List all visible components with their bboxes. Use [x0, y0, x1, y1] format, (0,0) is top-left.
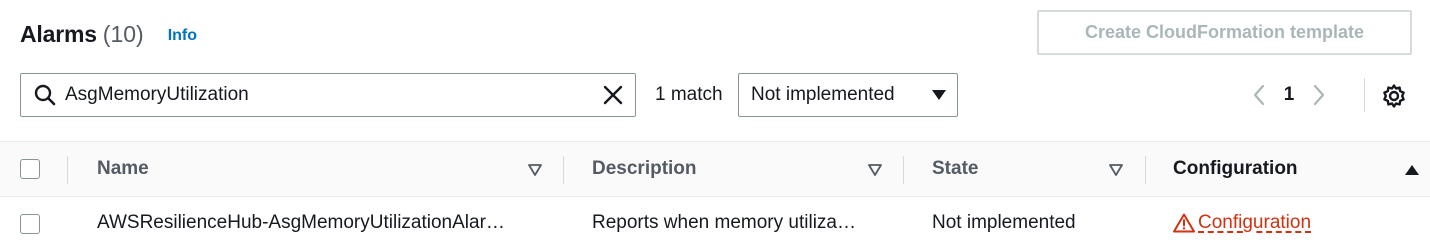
configuration-label: Configuration — [1198, 211, 1312, 233]
column-separator — [563, 156, 564, 184]
select-all-checkbox[interactable] — [20, 159, 40, 179]
column-separator — [903, 156, 904, 184]
divider — [1364, 78, 1365, 112]
row-checkbox[interactable] — [20, 214, 40, 234]
alarm-state: Not implemented — [932, 211, 1076, 233]
create-cloudformation-template-button[interactable]: Create CloudFormation template — [1037, 10, 1412, 55]
page-title: Alarms — [20, 20, 97, 47]
pagination: 1 — [1244, 73, 1334, 117]
column-header-description[interactable]: Description — [592, 142, 697, 196]
column-separator — [1145, 156, 1146, 184]
state-filter-value: Not implemented — [751, 84, 895, 105]
table-header: Name Description State Configuration — [0, 141, 1430, 197]
search-value: AsgMemoryUtilization — [65, 84, 249, 105]
alarm-name: AWSResilienceHub-AsgMemoryUtilizationAla… — [97, 211, 505, 233]
search-icon — [25, 74, 65, 116]
column-header-configuration[interactable]: Configuration — [1173, 142, 1298, 196]
configuration-link[interactable]: Configuration — [1173, 212, 1311, 234]
sort-icon[interactable] — [867, 162, 883, 178]
info-link[interactable]: Info — [168, 27, 197, 45]
clear-icon[interactable] — [591, 74, 635, 116]
sort-icon[interactable] — [1108, 162, 1124, 178]
alarm-description: Reports when memory utiliza… — [592, 211, 856, 233]
page-number[interactable]: 1 — [1274, 84, 1304, 106]
alarm-count: (10) — [102, 20, 144, 47]
chevron-right-icon[interactable] — [1304, 73, 1334, 117]
chevron-left-icon[interactable] — [1244, 73, 1274, 117]
search-input[interactable]: AsgMemoryUtilization — [20, 73, 636, 117]
sort-ascending-icon[interactable] — [1404, 162, 1420, 178]
table-row[interactable]: AWSResilienceHub-AsgMemoryUtilizationAla… — [0, 197, 1430, 248]
alarms-header: Alarms (10) Info — [20, 16, 197, 52]
match-count: 1 match — [655, 84, 723, 105]
caret-down-icon — [921, 89, 957, 101]
gear-icon[interactable] — [1378, 80, 1410, 112]
warning-icon — [1173, 213, 1195, 232]
state-filter-select[interactable]: Not implemented — [738, 73, 958, 117]
column-header-state[interactable]: State — [932, 142, 978, 196]
column-separator — [67, 156, 68, 184]
sort-icon[interactable] — [527, 162, 543, 178]
column-header-name[interactable]: Name — [97, 142, 149, 196]
